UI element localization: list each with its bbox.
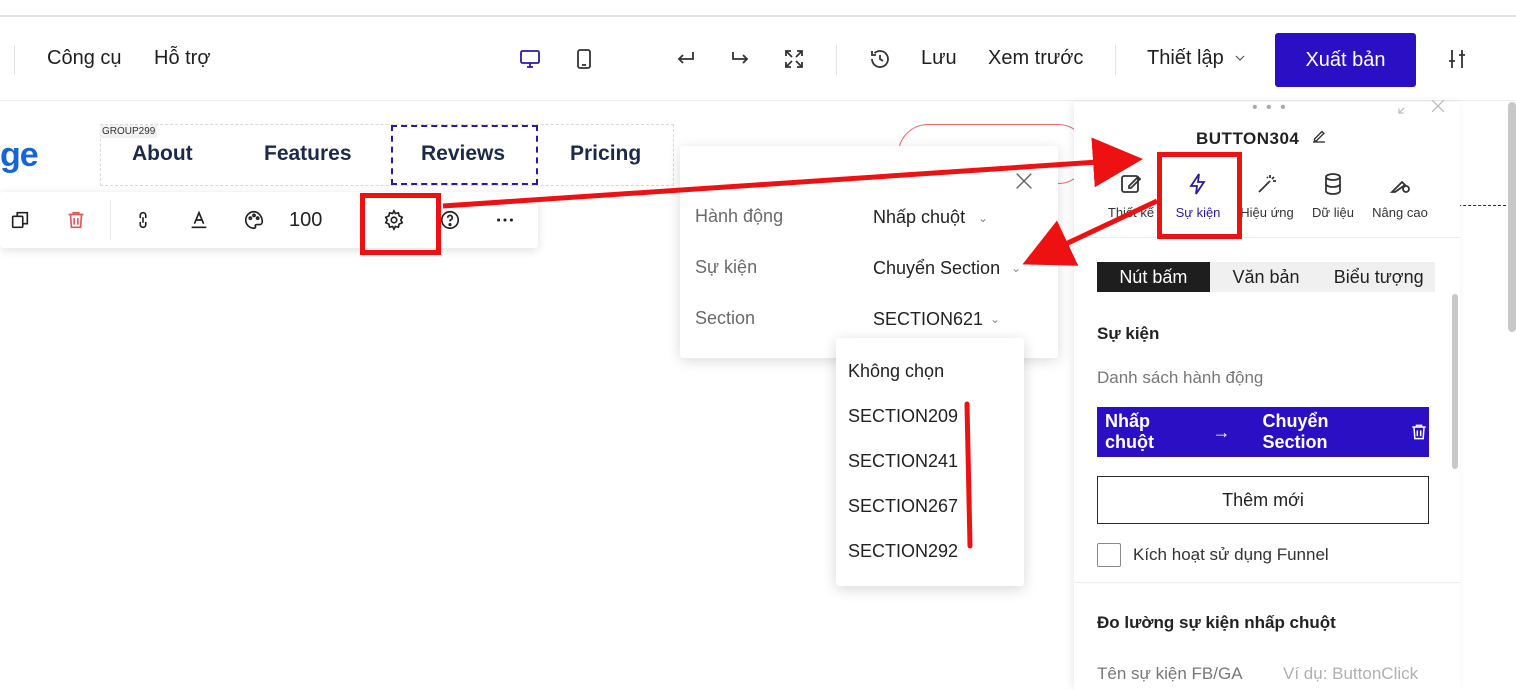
fullscreen-icon[interactable] xyxy=(781,46,807,72)
group-tag: GROUP299 xyxy=(100,125,158,138)
desktop-view-icon[interactable] xyxy=(517,46,543,72)
panel-divider xyxy=(1074,237,1460,238)
nav-pricing[interactable]: Pricing xyxy=(570,142,641,166)
advanced-settings-icon xyxy=(1389,180,1410,193)
mobile-view-icon[interactable] xyxy=(571,46,597,72)
close-icon[interactable] xyxy=(1013,170,1035,192)
dropdown-option[interactable]: SECTION267 xyxy=(848,496,958,517)
segment-text[interactable]: Văn bản xyxy=(1210,262,1323,292)
edit-icon xyxy=(1121,175,1142,193)
expand-icon[interactable] xyxy=(1396,98,1414,116)
dropdown-option[interactable]: SECTION292 xyxy=(848,541,958,562)
funnel-checkbox[interactable] xyxy=(1097,543,1121,567)
action-target: Chuyển Section xyxy=(1262,411,1329,452)
dropdown-option[interactable]: SECTION241 xyxy=(848,451,958,472)
topbar-divider xyxy=(1115,45,1116,75)
section-label: Section xyxy=(695,308,756,328)
panel-scrollbar[interactable] xyxy=(1452,294,1458,469)
adjust-sliders-icon[interactable] xyxy=(1444,46,1470,72)
more-icon[interactable] xyxy=(492,207,518,233)
toolbar-divider xyxy=(110,200,111,240)
editor-topbar: Công cụ Hỗ trợ Lưu Xem trước Thiết lập X… xyxy=(0,19,1516,101)
browser-top-strip xyxy=(0,0,1516,17)
tab-label: Dữ liệu xyxy=(1312,205,1354,220)
preview-button[interactable]: Xem trước xyxy=(988,47,1083,70)
close-icon[interactable] xyxy=(1428,96,1448,116)
page-scrollbar[interactable] xyxy=(1508,102,1516,332)
settings-menu[interactable]: Thiết lập xyxy=(1147,47,1224,70)
funnel-label: Kích hoạt sử dụng Funnel xyxy=(1133,545,1329,564)
publish-button[interactable]: Xuất bản xyxy=(1275,33,1416,87)
undo-icon[interactable] xyxy=(673,46,699,72)
text-color-icon[interactable] xyxy=(186,207,212,233)
action-item[interactable]: Nhấp chuột → Chuyển Section xyxy=(1097,407,1429,457)
topbar-divider xyxy=(14,45,15,75)
section-title-click-tracking: Đo lường sự kiện nhấp chuột xyxy=(1097,613,1336,632)
segment-icon[interactable]: Biểu tượng xyxy=(1322,262,1435,292)
section-dropdown: Không chọn SECTION209 SECTION241 SECTION… xyxy=(836,338,1024,586)
redo-icon[interactable] xyxy=(727,46,753,72)
panel-divider xyxy=(1074,582,1460,583)
nav-reviews[interactable]: Reviews xyxy=(421,142,505,166)
menu-support[interactable]: Hỗ trợ xyxy=(154,47,210,70)
topbar-divider xyxy=(836,45,837,75)
chevron-down-icon: ⌄ xyxy=(978,211,989,225)
properties-panel: • • • BUTTON304 Thiết kế Sự kiện Hiệu ứn… xyxy=(1074,99,1460,689)
add-action-button[interactable]: Thêm mới xyxy=(1097,476,1429,524)
menu-tools[interactable]: Công cụ xyxy=(47,47,122,70)
delete-icon[interactable] xyxy=(63,207,89,233)
nav-about[interactable]: About xyxy=(132,142,193,166)
annotation-highlight-gear xyxy=(360,193,441,255)
annotation-highlight-event-tab xyxy=(1157,152,1242,239)
trash-icon[interactable] xyxy=(1409,422,1429,442)
action-list-label: Danh sách hành động xyxy=(1097,368,1264,387)
opacity-value[interactable]: 100 xyxy=(289,209,322,232)
chevron-down-icon xyxy=(1230,48,1250,68)
fbga-input[interactable]: Ví dụ: ButtonClick xyxy=(1283,664,1419,684)
action-trigger: Nhấp chuột xyxy=(1105,411,1154,452)
tab-label: Nâng cao xyxy=(1372,205,1428,220)
element-type-switch: Nút bấm Văn bản Biểu tượng xyxy=(1097,262,1435,292)
event-select[interactable]: Chuyển Section xyxy=(873,258,1000,279)
chevron-down-icon: ⌄ xyxy=(1011,261,1022,275)
dropdown-option[interactable]: Không chọn xyxy=(848,361,944,382)
drag-handle[interactable]: • • • xyxy=(1252,99,1288,117)
pencil-icon[interactable] xyxy=(1310,127,1330,147)
save-button[interactable]: Lưu xyxy=(921,47,957,70)
duplicate-icon[interactable] xyxy=(7,207,33,233)
section-title-events: Sự kiện xyxy=(1097,324,1160,343)
arrow-right-icon: → xyxy=(1212,421,1231,442)
palette-icon[interactable] xyxy=(241,207,267,233)
nav-features[interactable]: Features xyxy=(264,142,352,166)
element-name: BUTTON304 xyxy=(1196,129,1300,148)
history-icon[interactable] xyxy=(867,46,893,72)
event-label: Sự kiện xyxy=(695,257,758,277)
segment-button[interactable]: Nút bấm xyxy=(1097,262,1210,292)
tab-data[interactable]: Dữ liệu xyxy=(1297,172,1369,220)
site-logo-fragment[interactable]: ge xyxy=(0,136,39,175)
magic-wand-icon xyxy=(1258,175,1276,193)
chevron-down-icon: ⌄ xyxy=(990,312,1001,326)
event-popup: Hành động Nhấp chuột ⌄ Sự kiện Chuyển Se… xyxy=(680,146,1058,358)
action-select[interactable]: Nhấp chuột xyxy=(873,207,965,228)
element-toolbar: 100 xyxy=(0,192,538,248)
action-label: Hành động xyxy=(695,206,784,226)
database-icon xyxy=(1325,173,1341,195)
dropdown-option[interactable]: SECTION209 xyxy=(848,406,958,427)
fbga-label: Tên sự kiện FB/GA xyxy=(1097,664,1243,683)
link-icon[interactable] xyxy=(130,207,156,233)
section-select[interactable]: SECTION621 xyxy=(873,309,983,330)
tab-advanced[interactable]: Nâng cao xyxy=(1364,172,1436,220)
